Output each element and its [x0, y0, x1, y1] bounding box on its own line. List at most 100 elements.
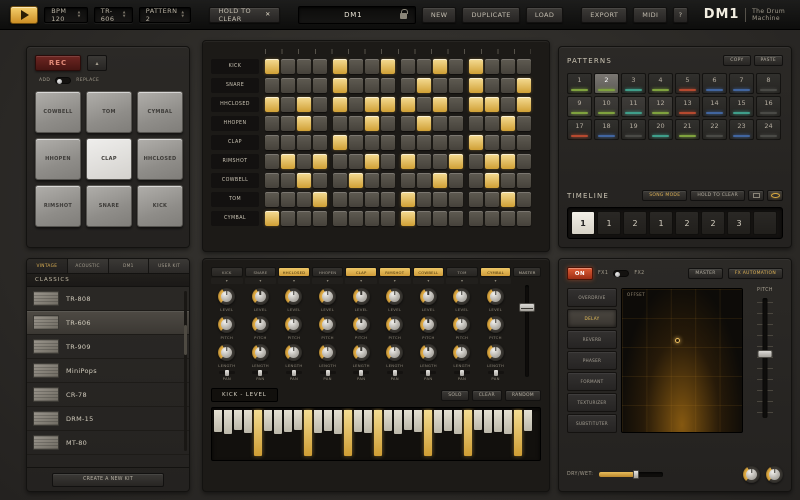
step-cell[interactable] — [313, 97, 327, 112]
level-bar[interactable] — [234, 410, 242, 430]
kit-tab-user-kit[interactable]: USER KIT — [149, 259, 189, 273]
kit-scrollbar-thumb[interactable] — [184, 325, 187, 355]
pad-rimshot[interactable]: RIMSHOT — [35, 185, 81, 227]
channel-tab[interactable]: COWBELL — [413, 267, 445, 277]
knob-length[interactable]: LENGTH — [420, 344, 437, 368]
timeline-slot[interactable]: 1 — [649, 211, 673, 235]
level-bar[interactable] — [364, 410, 372, 433]
pattern-cell[interactable]: 8 — [756, 73, 781, 94]
step-cell[interactable] — [365, 173, 379, 188]
step-cell[interactable] — [417, 135, 431, 150]
fx-substituter[interactable]: SUBSTITUTER — [567, 414, 617, 433]
step-cell[interactable] — [417, 78, 431, 93]
knob-level[interactable]: LEVEL — [386, 288, 403, 312]
step-cell[interactable] — [381, 173, 395, 188]
step-cell[interactable] — [313, 211, 327, 226]
pattern-cell[interactable]: 23 — [729, 119, 754, 140]
level-bar[interactable] — [524, 410, 532, 431]
level-bar[interactable] — [314, 410, 322, 433]
fx-master-button[interactable]: MASTER — [688, 268, 722, 279]
midi-button[interactable]: MIDI — [633, 7, 667, 23]
fx-texturizer[interactable]: TEXTURIZER — [567, 393, 617, 412]
fx-delay[interactable]: DELAY — [567, 309, 617, 328]
pattern-cell[interactable]: 22 — [702, 119, 727, 140]
step-cell[interactable] — [449, 192, 463, 207]
knob-length[interactable]: LENGTH — [252, 344, 269, 368]
timeline-hold-to-clear-button[interactable]: HOLD TO CLEAR — [690, 190, 745, 201]
step-cell[interactable] — [517, 154, 531, 169]
step-cell[interactable] — [501, 211, 515, 226]
knob-pitch[interactable]: PITCH — [252, 316, 269, 340]
song-name-display[interactable]: DM1 — [298, 6, 416, 24]
level-bar[interactable] — [454, 410, 462, 434]
step-cell[interactable] — [469, 154, 483, 169]
pattern-cell[interactable]: 21 — [675, 119, 700, 140]
pan-knob[interactable] — [393, 370, 397, 376]
fader-handle[interactable] — [519, 303, 535, 312]
level-bar[interactable] — [374, 410, 382, 456]
knob-length[interactable]: LENGTH — [386, 344, 403, 368]
channel-tab[interactable]: RIMSHOT — [379, 267, 411, 277]
knob-pitch[interactable]: PITCH — [453, 316, 470, 340]
step-cell[interactable] — [433, 116, 447, 131]
step-cell[interactable] — [469, 211, 483, 226]
pan-slider[interactable]: PAN — [320, 371, 336, 381]
step-cell[interactable] — [281, 192, 295, 207]
step-cell[interactable] — [349, 97, 363, 112]
knob-pitch[interactable]: PITCH — [319, 316, 336, 340]
step-cell[interactable] — [485, 135, 499, 150]
pattern-cell[interactable]: 14 — [702, 96, 727, 117]
step-cell[interactable] — [349, 211, 363, 226]
pan-slider[interactable]: PAN — [454, 371, 470, 381]
metronome-button[interactable]: ▴ — [87, 55, 107, 71]
channel-tab[interactable]: TOM — [446, 267, 478, 277]
step-cell[interactable] — [297, 135, 311, 150]
step-cell[interactable] — [297, 59, 311, 74]
clear-button[interactable]: CLEAR — [472, 390, 502, 401]
knob-length[interactable]: LENGTH — [453, 344, 470, 368]
step-cell[interactable] — [501, 154, 515, 169]
level-bar[interactable] — [244, 410, 252, 433]
step-cell[interactable] — [297, 116, 311, 131]
step-cell[interactable] — [433, 173, 447, 188]
step-cell[interactable] — [401, 173, 415, 188]
bpm-select[interactable]: BPM 120 ▲▼ — [44, 7, 88, 23]
step-cell[interactable] — [517, 211, 531, 226]
knob-level[interactable]: LEVEL — [420, 288, 437, 312]
kit-item[interactable]: MT-80 — [27, 431, 189, 455]
step-cell[interactable] — [333, 173, 347, 188]
knob-pitch[interactable]: PITCH — [218, 316, 235, 340]
step-cell[interactable] — [501, 135, 515, 150]
pattern-cell[interactable]: 15 — [729, 96, 754, 117]
timeline-slot[interactable]: 1 — [571, 211, 595, 235]
channel-dropdown[interactable]: ▾ — [211, 278, 243, 284]
play-button[interactable] — [10, 6, 38, 24]
pattern-cell[interactable]: 9 — [567, 96, 592, 117]
step-cell[interactable] — [401, 211, 415, 226]
level-bar[interactable] — [424, 410, 432, 456]
step-cell[interactable] — [349, 78, 363, 93]
step-cell[interactable] — [265, 59, 279, 74]
step-cell[interactable] — [333, 116, 347, 131]
level-bar[interactable] — [304, 410, 312, 456]
step-cell[interactable] — [381, 78, 395, 93]
level-bar[interactable] — [494, 410, 502, 432]
kit-tab-acoustic[interactable]: ACOUSTIC — [68, 259, 109, 273]
pattern-cell[interactable]: 24 — [756, 119, 781, 140]
step-cell[interactable] — [501, 116, 515, 131]
channel-tab[interactable]: HHOPEN — [312, 267, 344, 277]
pad-tom[interactable]: TOM — [86, 91, 132, 133]
level-bar[interactable] — [284, 410, 292, 432]
pattern-cell[interactable]: 1 — [567, 73, 592, 94]
new-button[interactable]: NEW — [422, 7, 457, 23]
level-bar[interactable] — [464, 410, 472, 456]
channel-tab[interactable]: SNARE — [245, 267, 277, 277]
step-cell[interactable] — [313, 116, 327, 131]
level-bar[interactable] — [404, 410, 412, 430]
step-cell[interactable] — [349, 173, 363, 188]
level-bar[interactable] — [474, 410, 482, 430]
kit-tab-dm1[interactable]: DM1 — [109, 259, 150, 273]
pattern-cell[interactable]: 6 — [702, 73, 727, 94]
step-cell[interactable] — [501, 192, 515, 207]
help-button[interactable]: ? — [673, 7, 687, 23]
